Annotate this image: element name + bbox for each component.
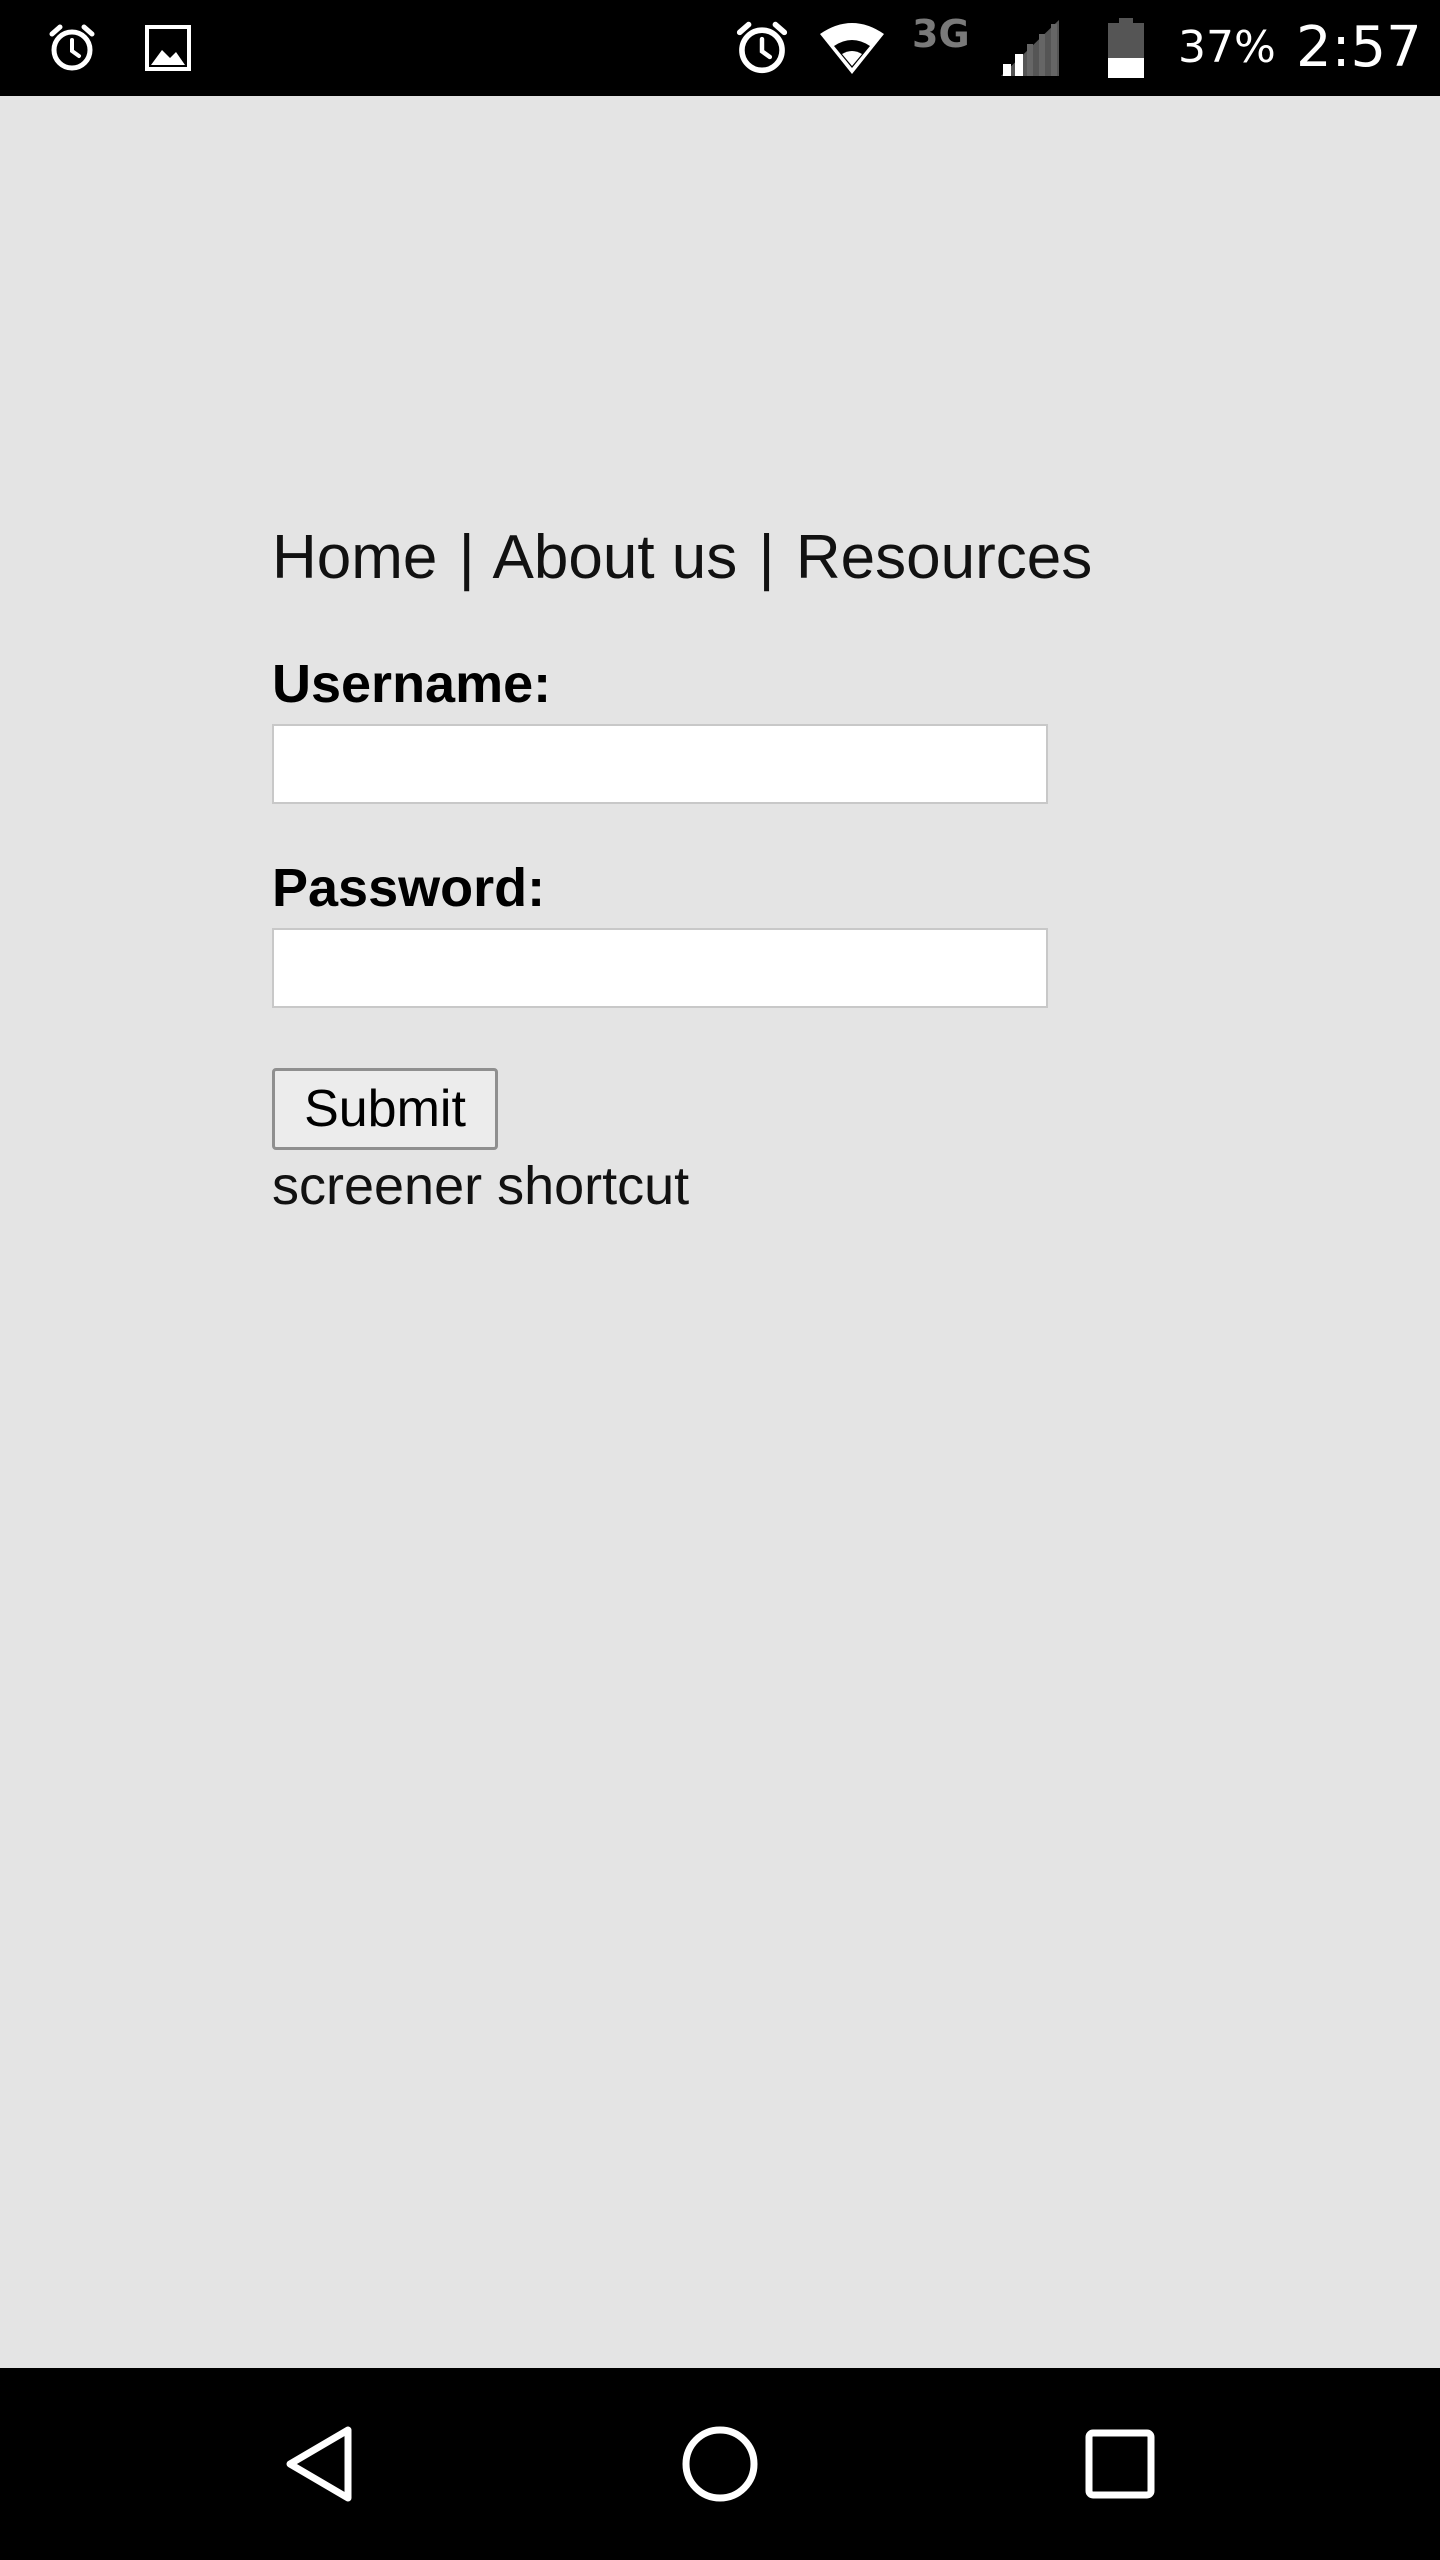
nav-separator: |: [758, 523, 775, 592]
alarm-icon: [730, 0, 794, 96]
nav-link-home[interactable]: Home: [272, 523, 437, 592]
clock: 2:57: [1296, 15, 1422, 80]
signal-icon: [996, 0, 1064, 96]
screener-shortcut-link[interactable]: screener shortcut: [272, 1150, 689, 1222]
nav-link-resources[interactable]: Resources: [796, 523, 1092, 592]
site-navigation: Home | About us | Resources: [272, 522, 1092, 594]
password-input[interactable]: [272, 928, 1048, 1008]
back-icon[interactable]: [224, 2368, 416, 2560]
home-icon[interactable]: [624, 2368, 816, 2560]
username-input[interactable]: [272, 724, 1048, 804]
nav-link-about-us[interactable]: About us: [493, 523, 738, 592]
status-bar: 3G 37% 2:57: [0, 0, 1440, 96]
battery-percent: 37%: [1178, 22, 1276, 73]
password-label: Password:: [272, 858, 546, 918]
battery-icon: [1100, 0, 1152, 96]
username-label: Username:: [272, 654, 552, 714]
submit-button[interactable]: Submit: [272, 1068, 498, 1150]
recents-icon[interactable]: [1024, 2368, 1216, 2560]
nav-separator: |: [458, 523, 475, 592]
wifi-icon: [816, 0, 888, 96]
navigation-bar: [0, 2368, 1440, 2560]
3g-icon: 3G: [912, 12, 970, 56]
alarm-icon: [40, 0, 104, 96]
image-notification-icon: [136, 0, 200, 96]
